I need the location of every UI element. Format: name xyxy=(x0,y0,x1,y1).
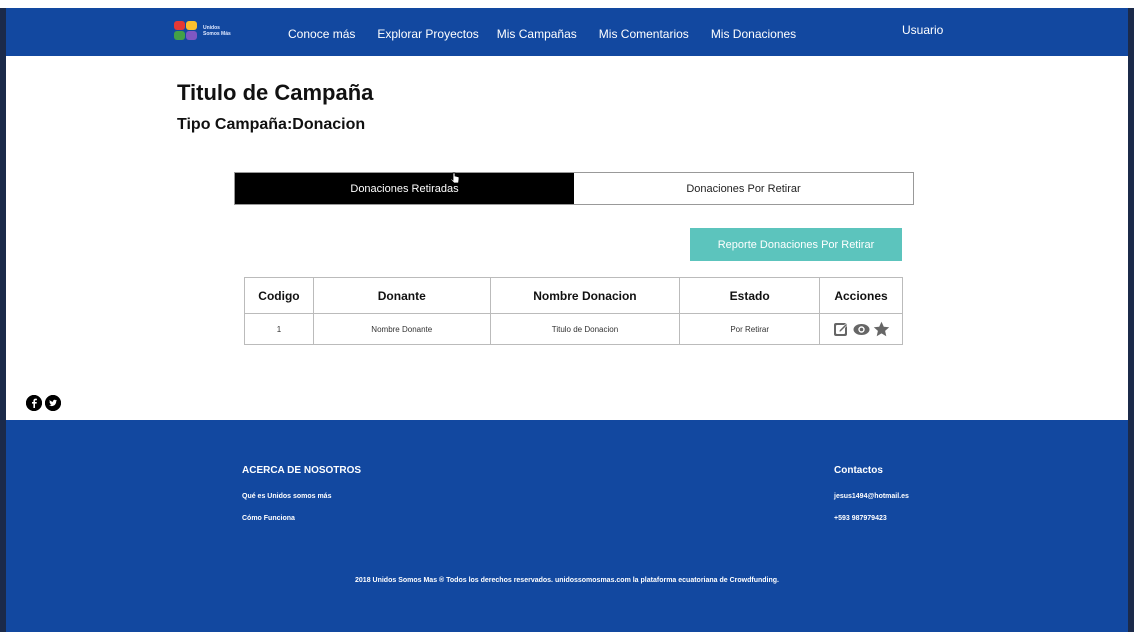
footer-about-title: ACERCA DE NOSOTROS xyxy=(242,465,362,476)
cell-nombre-donacion: Titulo de Donacion xyxy=(489,313,681,345)
logo-icon xyxy=(174,21,198,41)
social-links xyxy=(26,395,61,411)
table-header-row: Codigo Donante Nombre Donacion Estado Ac… xyxy=(244,277,903,314)
footer-link-como-funciona[interactable]: Cómo Funciona xyxy=(242,515,295,522)
cell-codigo: 1 xyxy=(244,313,314,345)
donation-tabs: Donaciones Retiradas Donaciones Por Reti… xyxy=(234,172,914,205)
tab-donaciones-retiradas[interactable]: Donaciones Retiradas xyxy=(235,173,574,204)
footer: ACERCA DE NOSOTROS Qué es Unidos somos m… xyxy=(6,420,1128,632)
donations-table: Codigo Donante Nombre Donacion Estado Ac… xyxy=(244,277,903,345)
eye-icon[interactable] xyxy=(853,321,870,338)
header-codigo: Codigo xyxy=(244,277,314,314)
user-menu[interactable]: Usuario xyxy=(902,23,943,37)
page-title: Titulo de Campaña xyxy=(177,80,374,105)
edit-icon[interactable] xyxy=(833,321,850,338)
cell-estado: Por Retirar xyxy=(679,313,821,345)
header-nombre-donacion: Nombre Donacion xyxy=(489,277,681,314)
nav-link-mis-comentarios[interactable]: Mis Comentarios xyxy=(599,27,689,41)
footer-email: jesus1494@hotmail.es xyxy=(834,493,909,500)
twitter-icon[interactable] xyxy=(45,395,61,411)
table-row: 1 Nombre Donante Titulo de Donacion Por … xyxy=(244,313,903,345)
row-actions xyxy=(820,321,902,338)
report-donations-button[interactable]: Reporte Donaciones Por Retirar xyxy=(690,228,902,261)
header-donante: Donante xyxy=(312,277,491,314)
footer-contact-title: Contactos xyxy=(834,465,883,476)
nav-link-mis-campanas[interactable]: Mis Campañas xyxy=(497,27,577,41)
header-estado: Estado xyxy=(679,277,821,314)
nav-link-mis-donaciones[interactable]: Mis Donaciones xyxy=(711,27,796,41)
nav-links: Conoce más Explorar Proyectos Mis Campañ… xyxy=(288,27,818,41)
facebook-icon[interactable] xyxy=(26,395,42,411)
window-right-edge xyxy=(1128,8,1134,632)
cell-acciones xyxy=(819,313,903,345)
tab-donaciones-por-retirar[interactable]: Donaciones Por Retirar xyxy=(574,173,913,204)
nav-link-conoce-mas[interactable]: Conoce más xyxy=(288,27,355,41)
campaign-type: Tipo Campaña:Donacion xyxy=(177,116,366,133)
nav-link-explorar-proyectos[interactable]: Explorar Proyectos xyxy=(377,27,478,41)
logo-text: Unidos Somos Más xyxy=(203,25,231,37)
mouse-cursor-icon xyxy=(450,172,460,184)
footer-phone: +593 987979423 xyxy=(834,515,887,522)
cell-donante: Nombre Donante xyxy=(312,313,491,345)
navbar: Unidos Somos Más Conoce más Explorar Pro… xyxy=(6,8,1128,56)
header-acciones: Acciones xyxy=(819,277,903,314)
footer-link-que-es[interactable]: Qué es Unidos somos más xyxy=(242,493,331,500)
logo-line-2: Somos Más xyxy=(203,31,231,37)
footer-copyright: 2018 Unidos Somos Mas ® Todos los derech… xyxy=(355,577,779,584)
site-logo[interactable]: Unidos Somos Más xyxy=(174,18,254,44)
star-icon[interactable] xyxy=(873,321,890,338)
